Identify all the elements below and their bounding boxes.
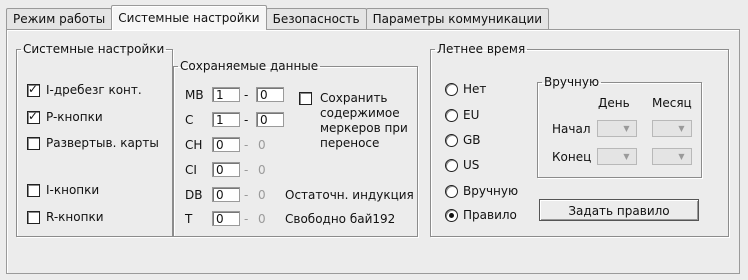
- c-from-input[interactable]: 1: [212, 112, 240, 127]
- ci-to-value: 0: [258, 163, 266, 177]
- c-to-input[interactable]: 0: [256, 112, 284, 127]
- checkbox-card-deploy[interactable]: Развертыв. карты: [27, 136, 159, 150]
- radio-manual[interactable]: Вручную: [445, 184, 518, 198]
- checkbox-square[interactable]: [27, 136, 40, 150]
- range-dash: -: [244, 163, 249, 177]
- row-label-t: T: [185, 212, 193, 226]
- radio-label: Вручную: [463, 184, 519, 198]
- checkbox-label: I-дребезг конт.: [46, 83, 142, 97]
- free-bytes-label: Свободно бай192: [285, 212, 396, 226]
- tab-strip: Режим работы Системные настройки Безопас…: [6, 5, 550, 30]
- dropdown-arrow-icon: ▼: [678, 124, 685, 133]
- save-markers-line: Сохранить: [320, 91, 388, 105]
- checkbox-label: I-кнопки: [46, 183, 100, 197]
- checkbox-save-markers[interactable]: Сохранить содержимое меркеров при перено…: [299, 91, 408, 151]
- row-end-label: Конец: [552, 150, 592, 164]
- row-label-ch: CH: [185, 138, 203, 152]
- radio-label: GB: [463, 133, 481, 147]
- range-dash: -: [244, 113, 249, 127]
- range-dash: -: [244, 212, 249, 226]
- radio-circle[interactable]: [445, 108, 458, 122]
- start-month-select[interactable]: ▼: [652, 120, 692, 137]
- summer-time-title: Летнее время: [437, 42, 526, 56]
- col-month-label: Месяц: [652, 96, 692, 110]
- set-rule-button[interactable]: Задать правило: [539, 199, 699, 221]
- mb-to-input[interactable]: 0: [256, 87, 284, 102]
- checkbox-r-buttons[interactable]: R-кнопки: [27, 210, 104, 224]
- radio-circle[interactable]: [445, 208, 458, 222]
- db-from-input[interactable]: 0: [212, 187, 240, 202]
- radio-label: Нет: [463, 82, 487, 96]
- mb-from-input[interactable]: 1: [212, 87, 240, 102]
- checkbox-label: Развертыв. карты: [46, 136, 159, 150]
- radio-rule[interactable]: Правило: [445, 208, 517, 222]
- save-markers-line: содержимое: [320, 106, 400, 120]
- start-day-select[interactable]: ▼: [597, 120, 637, 137]
- radio-us[interactable]: US: [445, 158, 479, 172]
- checkbox-square[interactable]: [27, 210, 40, 224]
- radio-circle[interactable]: [445, 158, 458, 172]
- tab-communication-params[interactable]: Параметры коммуникации: [365, 8, 550, 30]
- row-label-mb: MB: [185, 88, 204, 102]
- tab-security[interactable]: Безопасность: [265, 8, 367, 30]
- checkbox-label: P-кнопки: [46, 110, 103, 124]
- db-to-value: 0: [258, 188, 266, 202]
- radio-label: US: [463, 158, 480, 172]
- checkbox-p-buttons[interactable]: P-кнопки: [27, 109, 103, 124]
- radio-circle[interactable]: [445, 82, 458, 96]
- tab-system-settings[interactable]: Системные настройки: [111, 5, 267, 30]
- save-markers-line: меркеров при: [320, 121, 408, 135]
- radio-label: Правило: [463, 208, 517, 222]
- row-label-c: C: [185, 113, 194, 127]
- range-dash: -: [244, 138, 249, 152]
- save-markers-line: переносе: [320, 136, 380, 150]
- ch-from-input[interactable]: 0: [212, 137, 240, 152]
- checkbox-square[interactable]: [27, 109, 40, 124]
- radio-none[interactable]: Нет: [445, 82, 486, 96]
- saved-data-title: Сохраняемые данные: [180, 59, 319, 73]
- col-day-label: День: [598, 96, 630, 110]
- row-label-ci: CI: [185, 163, 197, 177]
- tab-panel: Системные настройки I-дребезг конт. P-кн…: [6, 29, 740, 274]
- t-to-value: 0: [258, 212, 266, 226]
- dropdown-arrow-icon: ▼: [678, 152, 685, 161]
- checkbox-square[interactable]: [27, 183, 40, 197]
- t-from-input[interactable]: 0: [212, 211, 240, 226]
- ci-from-input[interactable]: 0: [212, 162, 240, 177]
- radio-circle[interactable]: [445, 133, 458, 147]
- dropdown-arrow-icon: ▼: [623, 124, 630, 133]
- row-label-db: DB: [185, 188, 203, 202]
- checkbox-square[interactable]: [299, 92, 312, 105]
- end-day-select[interactable]: ▼: [597, 148, 637, 165]
- system-settings-title: Системные настройки: [23, 42, 165, 56]
- dropdown-arrow-icon: ▼: [623, 152, 630, 161]
- range-dash: -: [244, 88, 249, 102]
- tab-operating-mode[interactable]: Режим работы: [6, 8, 113, 30]
- radio-gb[interactable]: GB: [445, 133, 481, 147]
- radio-label: EU: [463, 108, 480, 122]
- radio-eu[interactable]: EU: [445, 108, 479, 122]
- radio-circle[interactable]: [445, 184, 458, 198]
- ch-to-value: 0: [258, 138, 266, 152]
- checkbox-square[interactable]: [27, 82, 40, 97]
- save-markers-label: Сохранить содержимое меркеров при перено…: [320, 91, 408, 151]
- row-start-label: Начал: [552, 122, 591, 136]
- checkbox-contact-bounce[interactable]: I-дребезг конт.: [27, 82, 142, 97]
- manual-title: Вручную: [544, 75, 600, 89]
- checkbox-label: R-кнопки: [46, 210, 104, 224]
- checkbox-i-buttons[interactable]: I-кнопки: [27, 183, 99, 197]
- range-dash: -: [244, 188, 249, 202]
- residual-induction-label: Остаточн. индукция: [285, 188, 414, 202]
- end-month-select[interactable]: ▼: [652, 148, 692, 165]
